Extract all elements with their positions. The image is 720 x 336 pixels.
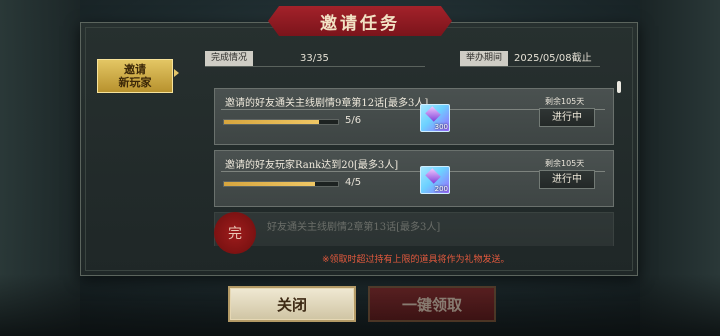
claim-all-button[interactable]: 一键领取 (368, 286, 496, 322)
tab-label-line1: 邀请 (124, 63, 146, 76)
task-list[interactable]: 邀请的好友通关主线剧情9章第12话[最多3人] 5/6 300 剩余105天 进… (206, 78, 620, 246)
task-title: 邀请的好友玩家Rank达到20[最多3人] (225, 160, 399, 171)
period-value: 2025/05/08截止 (514, 53, 592, 64)
claim-all-button-label: 一键领取 (401, 295, 462, 314)
task-progress-fill (224, 120, 319, 124)
task-progress-fill (224, 182, 316, 186)
task-status-button[interactable]: 进行中 (539, 170, 595, 189)
task-remaining-days: 剩余105天 (545, 159, 585, 168)
completion-value: 33/35 (300, 53, 329, 64)
completion-underline (205, 66, 425, 67)
task-progress-text: 5/6 (345, 115, 362, 126)
period-underline (460, 66, 600, 67)
task-progress-text: 4/5 (345, 177, 362, 188)
completion-label: 完成情况 (205, 51, 254, 66)
seal-text: 完 (228, 226, 242, 242)
gem-shape (425, 168, 441, 184)
tab-invite-new-player[interactable]: 邀请 新玩家 (97, 59, 173, 93)
task-status-button[interactable]: 进行中 (539, 108, 595, 127)
task-remaining-days: 剩余105天 (545, 97, 585, 106)
close-button-label: 关闭 (276, 295, 307, 314)
task-list-scrollbar[interactable] (617, 81, 621, 93)
task-card: 邀请的好友玩家Rank达到20[最多3人] 4/5 200 剩余105天 进行中 (214, 150, 614, 207)
period-label: 举办期间 (460, 51, 509, 66)
task-card: 好友通关主线剧情2章第13话[最多3人] (214, 212, 614, 246)
gem-shape (425, 106, 441, 122)
gem-ticket-icon[interactable]: 200 (420, 166, 450, 194)
reward-quantity: 300 (434, 123, 448, 131)
task-card: 邀请的好友通关主线剧情9章第12话[最多3人] 5/6 300 剩余105天 进… (214, 88, 614, 145)
close-button[interactable]: 关闭 (228, 286, 356, 322)
caret-right-icon (174, 69, 179, 77)
task-title: 邀请的好友通关主线剧情9章第12话[最多3人] (225, 98, 429, 109)
task-progress-bar (223, 181, 339, 187)
gem-ticket-icon[interactable]: 300 (420, 104, 450, 132)
dialog-title-banner: 邀请任务 (268, 6, 452, 36)
reward-quantity: 200 (434, 185, 448, 193)
task-title: 好友通关主线剧情2章第13话[最多3人] (267, 222, 441, 233)
completed-seal-icon: 完 (214, 212, 256, 254)
tab-label-line2: 新玩家 (118, 76, 152, 89)
background-bottom-shade (0, 274, 720, 336)
claim-notice: ※领取时超过持有上限的道具将作为礼物发送。 (322, 255, 510, 265)
dialog-title: 邀请任务 (320, 13, 400, 34)
task-progress-bar (223, 119, 339, 125)
